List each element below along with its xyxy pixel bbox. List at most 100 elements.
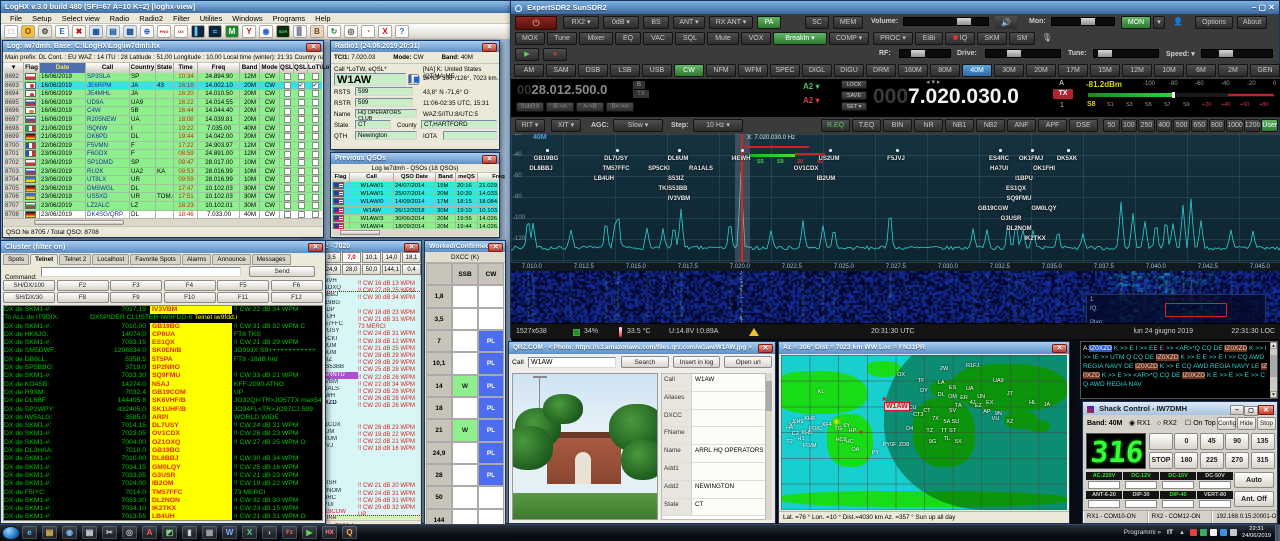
qsl-checkbox[interactable] bbox=[308, 211, 322, 219]
mode-am[interactable]: AM bbox=[514, 64, 544, 77]
power-button[interactable]: ⏻ bbox=[515, 16, 557, 30]
menu-radio[interactable]: Radio bbox=[105, 13, 135, 24]
map-titlebar[interactable]: Az = 306° Dist = 7023 km WW Loc = FN31PR… bbox=[779, 342, 1069, 354]
tab-favorite-spots[interactable]: Favorite Spots bbox=[130, 254, 181, 265]
spectrum-panadapter[interactable]: -20-40-60-80-100-12040MX: 7.020.030.0 Hz… bbox=[511, 134, 1280, 262]
qsl-checkbox[interactable] bbox=[308, 107, 322, 115]
antenna-icon[interactable]: Y bbox=[242, 25, 256, 38]
fkey-F4[interactable]: F4 bbox=[164, 280, 216, 291]
log-row[interactable]: 870723/06/2019LZ2ALCLZ18:2310.102.0130MC… bbox=[4, 202, 322, 211]
prevq-hscrollbar[interactable] bbox=[332, 229, 498, 236]
log-row[interactable]: 870323/06/2019RU2KUA2KA09:5328.016.9910M… bbox=[4, 168, 322, 177]
close-icon[interactable]: ✕ bbox=[404, 243, 419, 252]
worked-cell-cw[interactable]: PL bbox=[478, 375, 504, 397]
bw-100[interactable]: 100 bbox=[1121, 119, 1138, 132]
taskbar-notepad-icon[interactable]: ▤ bbox=[82, 526, 97, 539]
log-table-header[interactable]: ▼FlagDateCallCountryStateTimeFreqBandMod… bbox=[4, 63, 322, 73]
qsl-checkbox[interactable] bbox=[308, 159, 322, 167]
filter-req[interactable]: R.EQ bbox=[821, 119, 850, 132]
band-10m[interactable]: 10M bbox=[1154, 64, 1184, 77]
log-row[interactable]: 870022/06/2019F5VMNF17:2224.903.9712MCW✔ bbox=[4, 142, 322, 151]
taskbar-magnifier-icon[interactable]: ◎ bbox=[122, 526, 137, 539]
button-rxant[interactable]: RX ANT ▾ bbox=[709, 16, 753, 29]
button-sc[interactable]: SC bbox=[805, 16, 829, 29]
spectrum-spot-label[interactable]: DK5XK bbox=[1057, 156, 1077, 162]
qsl-checkbox[interactable] bbox=[294, 159, 308, 167]
qsl-checkbox[interactable] bbox=[280, 73, 294, 81]
col-QSO Date[interactable]: QSO Date bbox=[394, 173, 436, 182]
qsl-checkbox[interactable] bbox=[280, 185, 294, 193]
qsl-checkbox[interactable] bbox=[294, 125, 308, 133]
col-QSLR[interactable]: QSLR bbox=[280, 63, 294, 73]
bw-user[interactable]: User bbox=[1261, 119, 1278, 132]
tray-icon[interactable] bbox=[1190, 529, 1197, 536]
fkey-F2[interactable]: F2 bbox=[57, 280, 109, 291]
fkey-F12[interactable]: F12 bbox=[271, 292, 323, 303]
tab-spots[interactable]: Spots bbox=[3, 254, 29, 265]
spectrum-spot-label[interactable]: GM0LQY bbox=[1031, 206, 1056, 212]
col-Call[interactable]: Call bbox=[350, 173, 394, 182]
bw-50[interactable]: 50 bbox=[1103, 119, 1120, 132]
skimmer-icon[interactable]: ▍ bbox=[191, 25, 205, 38]
command-input[interactable] bbox=[41, 267, 241, 277]
col-QSLS[interactable]: QSLS bbox=[294, 63, 308, 73]
taskbar-app-icon[interactable]: ▦ bbox=[202, 526, 217, 539]
spectrum-spot-label[interactable]: RA1ALS bbox=[689, 166, 713, 172]
bandmap-spot[interactable]: DL6UM!! CW 28 dB 29 WPM bbox=[316, 350, 420, 357]
filter-bin[interactable]: BIN bbox=[883, 119, 912, 132]
button-save[interactable]: SAVE bbox=[841, 91, 867, 100]
button-lock[interactable]: LOCK bbox=[841, 80, 867, 89]
band-10,1[interactable]: 10,1 bbox=[362, 252, 381, 263]
bw-250[interactable]: 250 bbox=[1138, 119, 1155, 132]
bandmap-spot[interactable]: G3USR!! CW 21 dB 23 WPM bbox=[316, 516, 420, 519]
spectrum-spot-label[interactable]: US2UM bbox=[818, 156, 839, 162]
taskbar-cmd-icon[interactable]: ▮ bbox=[182, 526, 197, 539]
layout3-icon[interactable]: ▩ bbox=[123, 25, 137, 38]
rf-slider[interactable] bbox=[899, 49, 951, 58]
binocular-icon[interactable]: ◎ bbox=[344, 25, 358, 38]
button-subrx[interactable]: SubRX bbox=[516, 102, 544, 112]
record-button[interactable]: ● bbox=[543, 48, 567, 61]
qsl-checkbox[interactable] bbox=[280, 168, 294, 176]
mode-nfm[interactable]: NFM bbox=[706, 64, 736, 77]
tray-expand-icon[interactable]: ▲ bbox=[1179, 525, 1185, 540]
spectrum-spot-label[interactable]: DL8BBJ bbox=[529, 166, 552, 172]
tab-telnet-2[interactable]: Telnet 2 bbox=[59, 254, 91, 265]
button-vac[interactable]: VAC bbox=[643, 32, 673, 45]
edit-icon[interactable]: E bbox=[55, 25, 69, 38]
button-set[interactable]: SET ▾ bbox=[841, 102, 867, 111]
qsl-checkbox[interactable] bbox=[280, 211, 294, 219]
bandmap-spot[interactable]: IV3VBM!! CW 22 dB 34 WPM bbox=[316, 379, 420, 386]
toolbar-programmi[interactable]: Programmi » bbox=[1124, 525, 1161, 540]
power-indicator[interactable] bbox=[1199, 481, 1231, 489]
spectrum-spot-label[interactable]: DL6UM bbox=[668, 156, 689, 162]
bw-1200[interactable]: 1200 bbox=[1244, 119, 1261, 132]
fkey-F6[interactable]: F6 bbox=[271, 280, 323, 291]
slider-knob[interactable] bbox=[1219, 50, 1233, 57]
log-row[interactable]: 869316/06/2019JE6RPMJA4316:1814.002.1020… bbox=[4, 82, 322, 91]
refresh-icon[interactable]: ↻ bbox=[327, 25, 341, 38]
worked-cell-cw[interactable] bbox=[478, 308, 504, 330]
filter-nb2[interactable]: NB2 bbox=[976, 119, 1005, 132]
fkey-F11[interactable]: F11 bbox=[217, 292, 269, 303]
log-row[interactable]: 870223/06/2019SP1DMDSP09:4728.017.0010MC… bbox=[4, 159, 322, 168]
rstr-input[interactable]: 599 bbox=[355, 98, 413, 107]
bandmap-spot[interactable]: HA7UI!! CW 29 dB 32 WPM bbox=[316, 502, 420, 509]
frequency-scale[interactable]: 7.010.07.012.57.015.07.017.57.020.07.022… bbox=[511, 262, 1280, 271]
qsl-checkbox[interactable] bbox=[308, 168, 322, 176]
ontop-checkbox[interactable]: ☐ On Top bbox=[1185, 417, 1216, 430]
rsts-input[interactable]: 599 bbox=[355, 87, 413, 96]
worked-cell-ssb[interactable] bbox=[452, 308, 478, 330]
bandmap-spot[interactable]: F5JVJ!! CW 18 dB 16 WPM bbox=[316, 443, 420, 450]
spectrum-spot-label[interactable]: SP5CKI bbox=[648, 166, 670, 172]
mode-digl[interactable]: DIGL bbox=[802, 64, 832, 77]
warning-icon[interactable] bbox=[749, 328, 759, 336]
taskbar-player-icon[interactable]: ▶ bbox=[302, 526, 317, 539]
worked-cell-ssb[interactable] bbox=[452, 285, 478, 307]
power-indicator[interactable] bbox=[1162, 500, 1194, 508]
shack-button-stop[interactable]: Stop bbox=[1257, 417, 1276, 430]
iq-selection-rect[interactable] bbox=[1165, 303, 1227, 317]
log-hscrollbar[interactable] bbox=[4, 218, 322, 226]
qsl-checkbox[interactable] bbox=[294, 185, 308, 193]
close-icon[interactable]: ✕ bbox=[1052, 344, 1067, 353]
